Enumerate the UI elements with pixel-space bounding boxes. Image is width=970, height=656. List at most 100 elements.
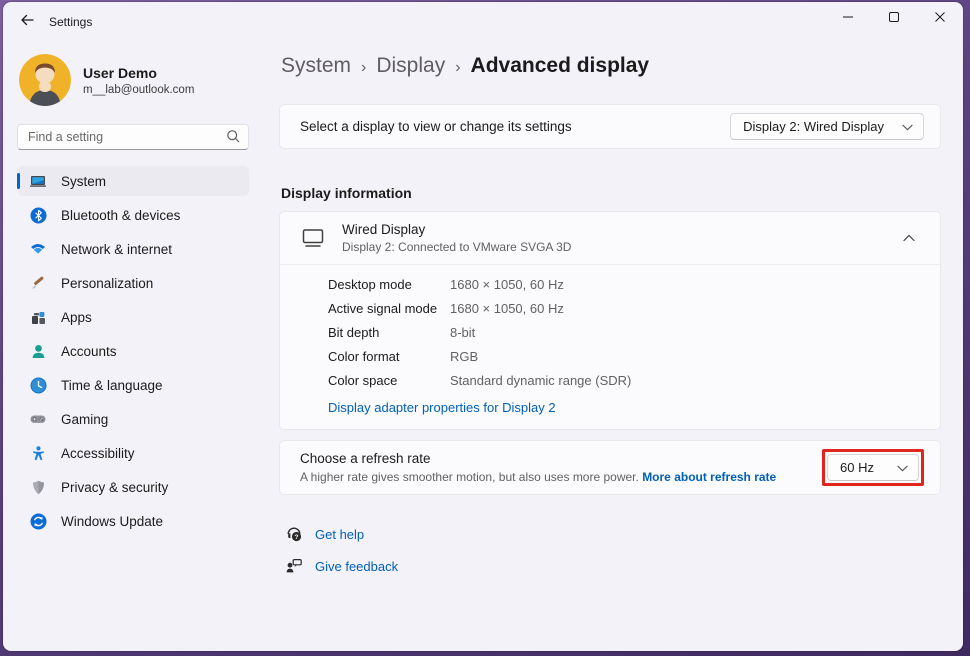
sidebar-item-windows-update[interactable]: Windows Update — [17, 506, 249, 536]
detail-value: 1680 × 1050, 60 Hz — [450, 301, 564, 316]
display-selector-label: Select a display to view or change its s… — [300, 119, 572, 134]
refresh-rate-highlight-annotation: 60 Hz — [822, 449, 924, 486]
minimize-icon — [842, 10, 854, 28]
give-feedback-icon — [285, 557, 303, 575]
refresh-rate-description: A higher rate gives smoother motion, but… — [300, 470, 776, 484]
sidebar-item-label: Apps — [61, 310, 92, 325]
bluetooth-icon — [29, 206, 47, 224]
refresh-rate-title: Choose a refresh rate — [300, 451, 776, 466]
sidebar-item-bluetooth-devices[interactable]: Bluetooth & devices — [17, 200, 249, 230]
system-icon — [29, 172, 47, 190]
detail-value: RGB — [450, 349, 478, 364]
device-subtitle: Display 2: Connected to VMware SVGA 3D — [342, 240, 894, 254]
windows-update-icon — [29, 512, 47, 530]
sidebar-item-apps[interactable]: Apps — [17, 302, 249, 332]
sidebar-item-label: Privacy & security — [61, 480, 168, 495]
breadcrumb-system[interactable]: System — [281, 54, 351, 78]
display-adapter-properties-link[interactable]: Display adapter properties for Display 2 — [328, 400, 556, 415]
breadcrumb-separator: › — [361, 59, 366, 77]
svg-text:?: ? — [295, 534, 299, 541]
window-controls — [825, 2, 963, 36]
sidebar-item-label: Accessibility — [61, 446, 135, 461]
network-icon — [29, 240, 47, 258]
accessibility-icon — [29, 444, 47, 462]
display-details: Desktop mode 1680 × 1050, 60 Hz Active s… — [280, 265, 940, 429]
sidebar-item-privacy-security[interactable]: Privacy & security — [17, 472, 249, 502]
sidebar-item-label: System — [61, 174, 106, 189]
refresh-rate-dropdown[interactable]: 60 Hz — [827, 454, 919, 481]
display-selector-card: Select a display to view or change its s… — [279, 104, 941, 149]
sidebar-item-label: Windows Update — [61, 514, 163, 529]
search-box — [17, 124, 249, 150]
monitor-icon — [300, 227, 326, 249]
maximize-button[interactable] — [871, 2, 917, 36]
get-help-icon: ? — [285, 525, 303, 543]
time-language-icon — [29, 376, 47, 394]
search-icon — [226, 129, 241, 149]
sidebar-item-system[interactable]: System — [17, 166, 249, 196]
minimize-button[interactable] — [825, 2, 871, 36]
detail-row: Active signal mode 1680 × 1050, 60 Hz — [328, 301, 920, 316]
sidebar-item-time-language[interactable]: Time & language — [17, 370, 249, 400]
user-profile[interactable]: User Demo m__lab@outlook.com — [19, 54, 249, 106]
sidebar-item-gaming[interactable]: Gaming — [17, 404, 249, 434]
breadcrumb-separator: › — [455, 59, 460, 77]
sidebar-item-accounts[interactable]: Accounts — [17, 336, 249, 366]
detail-row: Color format RGB — [328, 349, 920, 364]
detail-value: 8-bit — [450, 325, 475, 340]
chevron-down-icon — [902, 119, 913, 134]
detail-label: Bit depth — [328, 325, 450, 340]
more-about-refresh-rate-link[interactable]: More about refresh rate — [642, 470, 776, 484]
detail-row: Color space Standard dynamic range (SDR) — [328, 373, 920, 388]
breadcrumb: System › Display › Advanced display — [281, 54, 941, 78]
search-input[interactable] — [17, 124, 249, 150]
sidebar-item-label: Bluetooth & devices — [61, 208, 180, 223]
sidebar-item-label: Gaming — [61, 412, 108, 427]
detail-value: 1680 × 1050, 60 Hz — [450, 277, 564, 292]
device-name: Wired Display — [342, 222, 894, 237]
refresh-rate-card: Choose a refresh rate A higher rate give… — [279, 440, 941, 495]
detail-label: Color space — [328, 373, 450, 388]
user-email: m__lab@outlook.com — [83, 84, 194, 96]
detail-row: Bit depth 8-bit — [328, 325, 920, 340]
sidebar: User Demo m__lab@outlook.com System — [3, 42, 263, 651]
sidebar-item-personalization[interactable]: Personalization — [17, 268, 249, 298]
give-feedback-label: Give feedback — [315, 559, 398, 574]
apps-icon — [29, 308, 47, 326]
privacy-security-icon — [29, 478, 47, 496]
detail-label: Active signal mode — [328, 301, 450, 316]
personalization-icon — [29, 274, 47, 292]
get-help-link[interactable]: ? Get help — [285, 525, 941, 543]
sidebar-item-network-internet[interactable]: Network & internet — [17, 234, 249, 264]
user-name: User Demo — [83, 65, 194, 81]
close-button[interactable] — [917, 2, 963, 36]
titlebar: Settings — [3, 2, 963, 42]
sidebar-item-accessibility[interactable]: Accessibility — [17, 438, 249, 468]
display-selector-dropdown[interactable]: Display 2: Wired Display — [730, 113, 924, 140]
footer-links: ? Get help Give feedback — [285, 525, 941, 575]
breadcrumb-display[interactable]: Display — [376, 54, 445, 78]
close-icon — [934, 10, 946, 28]
device-header: Wired Display Display 2: Connected to VM… — [280, 212, 940, 265]
sidebar-item-label: Personalization — [61, 276, 153, 291]
window-title: Settings — [49, 15, 92, 29]
give-feedback-link[interactable]: Give feedback — [285, 557, 941, 575]
sidebar-item-label: Network & internet — [61, 242, 172, 257]
avatar — [19, 54, 71, 106]
collapse-button[interactable] — [894, 223, 924, 253]
settings-window: Settings — [3, 2, 963, 651]
main-content: System › Display › Advanced display Sele… — [263, 42, 963, 651]
chevron-up-icon — [903, 229, 915, 247]
page-title: Advanced display — [471, 54, 650, 78]
sidebar-item-label: Accounts — [61, 344, 117, 359]
gaming-icon — [29, 410, 47, 428]
accounts-icon — [29, 342, 47, 360]
maximize-icon — [888, 10, 900, 28]
sidebar-nav: System Bluetooth & devices Network & int… — [17, 166, 249, 536]
section-title-display-information: Display information — [281, 185, 941, 201]
sidebar-item-label: Time & language — [61, 378, 163, 393]
back-button[interactable] — [11, 8, 43, 36]
display-information-card: Wired Display Display 2: Connected to VM… — [279, 211, 941, 430]
display-selector-value: Display 2: Wired Display — [743, 119, 884, 134]
chevron-down-icon — [897, 460, 908, 475]
